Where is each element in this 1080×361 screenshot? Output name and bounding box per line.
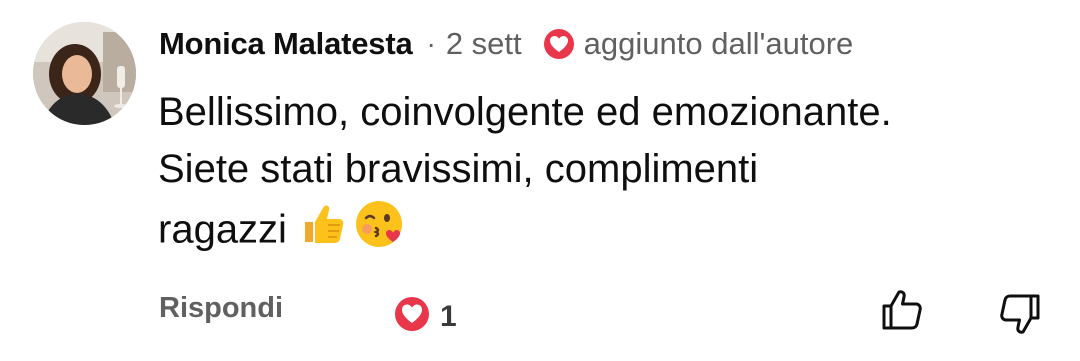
timestamp: 2 sett <box>445 26 522 61</box>
comment-header: Monica Malatesta · 2 sett aggiunto dall'… <box>159 22 853 66</box>
reply-button[interactable]: Rispondi <box>159 292 283 325</box>
emoji-group <box>299 198 405 266</box>
heart-reaction[interactable]: 1 <box>392 294 457 339</box>
comment-line: Bellissimo, coinvolgente ed emozionante. <box>158 90 892 134</box>
separator-dot: · <box>426 28 436 59</box>
author-name[interactable]: Monica Malatesta <box>159 26 413 62</box>
heart-count: 1 <box>440 299 457 333</box>
comment-card: Monica Malatesta · 2 sett aggiunto dall'… <box>0 0 1080 361</box>
heart-pin-icon <box>542 27 576 61</box>
thumb-down-icon[interactable] <box>996 290 1044 338</box>
avatar[interactable] <box>33 22 136 125</box>
thumbs-up-emoji-icon <box>299 200 347 264</box>
kissing-face-icon <box>353 198 405 266</box>
comment-text: Bellissimo, coinvolgente ed emozionante.… <box>158 84 1058 266</box>
comment-line: ragazzi <box>158 207 287 252</box>
comment-line-last: ragazzi <box>158 198 1058 266</box>
comment-line: Siete stati bravissimi, complimenti <box>158 147 759 191</box>
thumb-up-icon[interactable] <box>878 286 926 334</box>
pinned-label: aggiunto dall'autore <box>583 26 854 61</box>
comment-actions: Rispondi 1 <box>0 282 1080 342</box>
heart-icon <box>392 294 432 339</box>
